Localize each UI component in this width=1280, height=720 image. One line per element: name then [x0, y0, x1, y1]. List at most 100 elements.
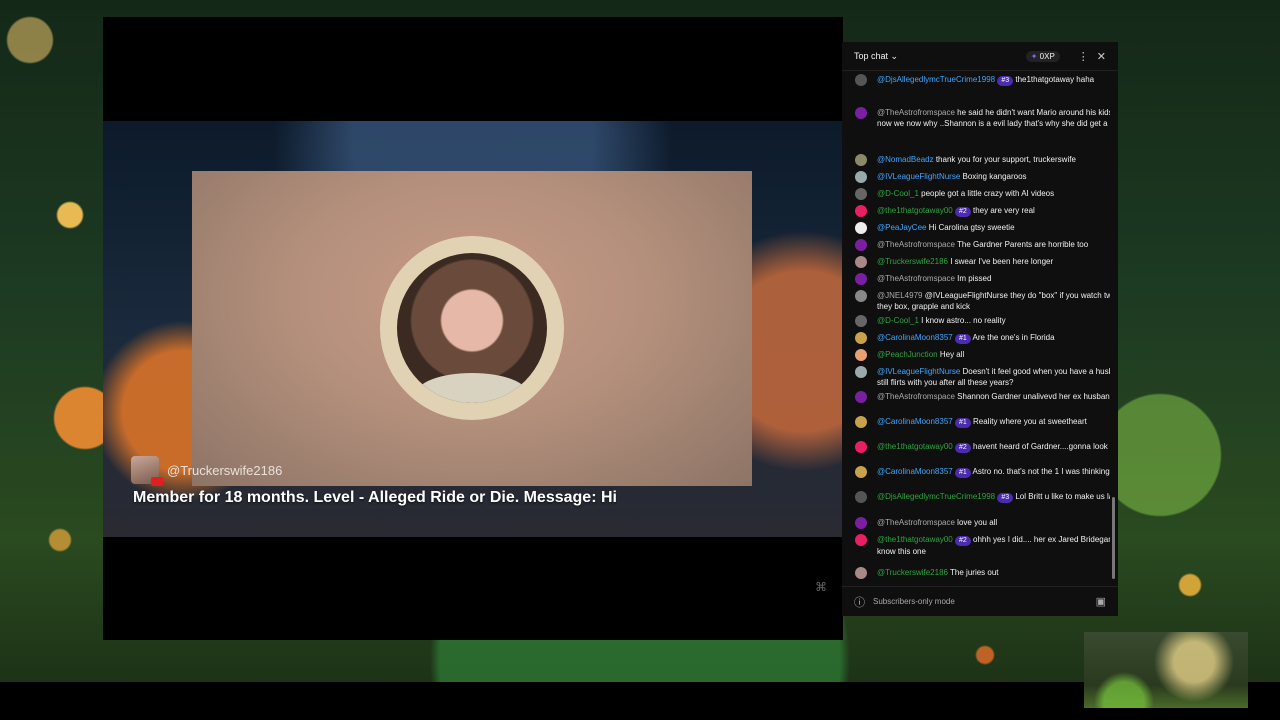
author-name[interactable]: @TheAstrofromspace — [877, 518, 955, 527]
message-text: Shannon Gardner unalivevd her ex husband… — [957, 392, 1110, 401]
author-name[interactable]: @the1thatgotaway00 — [877, 442, 953, 451]
author-avatar[interactable] — [855, 517, 867, 529]
chat-message[interactable]: @TheAstrofromspace love you all — [842, 515, 1110, 533]
author-name[interactable]: @TheAstrofromspace — [877, 240, 955, 249]
chat-message[interactable]: @CarolinaMoon8357 #1 Are the one's in Fl… — [842, 330, 1110, 348]
author-avatar[interactable] — [855, 74, 867, 86]
author-avatar[interactable] — [855, 205, 867, 217]
author-name[interactable]: @NomadBeadz — [877, 155, 934, 164]
message-text: Reality where you at sweetheart — [973, 417, 1087, 426]
author-avatar[interactable] — [855, 391, 867, 403]
message-text: Are the one's in Florida — [972, 333, 1055, 342]
author-avatar[interactable] — [855, 171, 867, 183]
avatar-ring — [380, 236, 564, 420]
author-name[interactable]: @TheAstrofromspace — [877, 274, 955, 283]
live-chat-panel: Top chat ⌄ ✦ 0XP ⋮ ✕ @DjsAllegedlymcTrue… — [842, 42, 1118, 616]
author-name[interactable]: @the1thatgotaway00 — [877, 535, 953, 544]
chat-message[interactable]: @DjsAllegedlymcTrueCrime1998 #3 Lol Brit… — [842, 489, 1110, 507]
author-name[interactable]: @CarolinaMoon8357 — [877, 417, 953, 426]
author-avatar[interactable] — [855, 332, 867, 344]
chat-header: Top chat ⌄ ✦ 0XP ⋮ ✕ — [842, 42, 1118, 71]
author-name[interactable]: @the1thatgotaway00 — [877, 206, 953, 215]
more-options-icon[interactable]: ⋮ — [1078, 50, 1089, 63]
chat-message[interactable]: @CarolinaMoon8357 #1 Reality where you a… — [842, 414, 1110, 432]
author-name[interactable]: @PeachJunction — [877, 350, 938, 359]
author-name[interactable]: @DjsAllegedlymcTrueCrime1998 — [877, 492, 995, 501]
video-stage[interactable]: @Truckerswife2186 Member for 18 months. … — [103, 17, 843, 640]
message-text: Hey all — [939, 350, 965, 359]
panel-toggle-icon[interactable]: ▣ — [1096, 595, 1106, 608]
chat-message[interactable]: @NomadBeadz thank you for your support, … — [842, 152, 1110, 170]
chat-message[interactable]: @TheAstrofromspace The Gardner Parents a… — [842, 237, 1110, 255]
chat-message[interactable]: @TheAstrofromspace he said he didn't wan… — [842, 105, 1110, 131]
message-text: Astro no. that's not the 1 I was thinkin… — [972, 467, 1110, 476]
chat-mode-dropdown[interactable]: Top chat ⌄ — [854, 51, 898, 62]
author-name[interactable]: @IVLeagueFlightNurse — [877, 172, 960, 181]
chat-message[interactable]: @the1thatgotaway00 #2 ohhh yes I did....… — [842, 532, 1110, 559]
author-avatar[interactable] — [855, 315, 867, 327]
chat-message[interactable]: @D-Cool_1 people got a little crazy with… — [842, 186, 1110, 204]
subscribers-only-mode: Subscribers-only mode — [873, 597, 955, 606]
message-text: I know astro... no reality — [921, 316, 1006, 325]
author-avatar[interactable] — [855, 222, 867, 234]
author-avatar[interactable] — [855, 188, 867, 200]
author-avatar[interactable] — [855, 107, 867, 119]
chat-message[interactable]: @PeaJayCee Hi Carolina gtsy sweetie — [842, 220, 1110, 238]
chat-message[interactable]: @IVLeagueFlightNurse Boxing kangaroos — [842, 169, 1110, 187]
author-avatar[interactable] — [855, 256, 867, 268]
rank-badge: #3 — [997, 76, 1014, 86]
author-avatar[interactable] — [855, 534, 867, 546]
chat-message[interactable]: @CarolinaMoon8357 #1 Astro no. that's no… — [842, 464, 1110, 482]
chat-message[interactable]: @the1thatgotaway00 #2 they are very real — [842, 203, 1110, 221]
author-avatar[interactable] — [855, 491, 867, 503]
author-avatar[interactable] — [855, 567, 867, 579]
chat-message[interactable]: @TheAstrofromspace Shannon Gardner unali… — [842, 389, 1110, 407]
author-avatar[interactable] — [855, 273, 867, 285]
chat-message[interactable]: @Truckerswife2186 The juries out — [842, 565, 1110, 583]
chat-messages[interactable]: @DjsAllegedlymcTrueCrime1998 #3 the1that… — [842, 70, 1110, 585]
author-name[interactable]: @TheAstrofromspace — [877, 108, 955, 117]
xp-badge[interactable]: ✦ 0XP — [1025, 50, 1060, 62]
chat-message[interactable]: @PeachJunction Hey all — [842, 347, 1110, 365]
author-avatar[interactable] — [855, 416, 867, 428]
message-text: Im pissed — [957, 274, 992, 283]
author-name[interactable]: @PeaJayCee — [877, 223, 926, 232]
author-name[interactable]: @Truckerswife2186 — [877, 568, 948, 577]
info-icon[interactable]: ⓘ — [854, 594, 865, 610]
author-avatar[interactable] — [855, 154, 867, 166]
author-name[interactable]: @CarolinaMoon8357 — [877, 333, 953, 342]
author-name[interactable]: @Truckerswife2186 — [877, 257, 948, 266]
author-avatar[interactable] — [855, 441, 867, 453]
chat-message[interactable]: @TheAstrofromspace Im pissed — [842, 271, 1110, 289]
author-name[interactable]: @JNEL4979 — [877, 291, 922, 300]
close-icon[interactable]: ✕ — [1097, 50, 1106, 63]
rank-badge: #2 — [954, 443, 971, 453]
rank-badge: #1 — [954, 468, 971, 478]
photo-card — [192, 171, 752, 486]
author-name[interactable]: @CarolinaMoon8357 — [877, 467, 953, 476]
chat-message[interactable]: @JNEL4979 @IVLeagueFlightNurse they do "… — [842, 288, 1110, 314]
author-name[interactable]: @DjsAllegedlymcTrueCrime1998 — [877, 75, 995, 84]
author-name[interactable]: @TheAstrofromspace — [877, 392, 955, 401]
chevron-down-icon: ⌄ — [890, 50, 899, 61]
chat-scrollbar[interactable] — [1112, 497, 1115, 579]
message-text: The juries out — [950, 568, 999, 577]
chat-message[interactable]: @Truckerswife2186 I swear I've been here… — [842, 254, 1110, 272]
author-avatar[interactable] — [855, 239, 867, 251]
author-name[interactable]: @D-Cool_1 — [877, 189, 919, 198]
author-name[interactable]: @IVLeagueFlightNurse — [877, 367, 960, 376]
chat-message[interactable]: @IVLeagueFlightNurse Doesn't it feel goo… — [842, 364, 1110, 390]
chat-message[interactable]: @DjsAllegedlymcTrueCrime1998 #3 the1that… — [842, 72, 1110, 90]
chat-footer: ⓘ Subscribers-only mode ▣ — [842, 586, 1118, 616]
chat-message[interactable]: @the1thatgotaway00 #2 havent heard of Ga… — [842, 439, 1110, 457]
rank-badge: #2 — [954, 536, 971, 546]
message-text: I swear I've been here longer — [950, 257, 1054, 266]
author-avatar[interactable] — [855, 349, 867, 361]
author-avatar[interactable] — [855, 366, 867, 378]
message-text: The Gardner Parents are horrible too — [957, 240, 1089, 249]
author-name[interactable]: @D-Cool_1 — [877, 316, 919, 325]
author-avatar[interactable] — [855, 290, 867, 302]
author-avatar[interactable] — [855, 466, 867, 478]
stream-overlay-background: @Truckerswife2186 Member for 18 months. … — [103, 121, 843, 537]
chat-message[interactable]: @D-Cool_1 I know astro... no reality — [842, 313, 1110, 331]
